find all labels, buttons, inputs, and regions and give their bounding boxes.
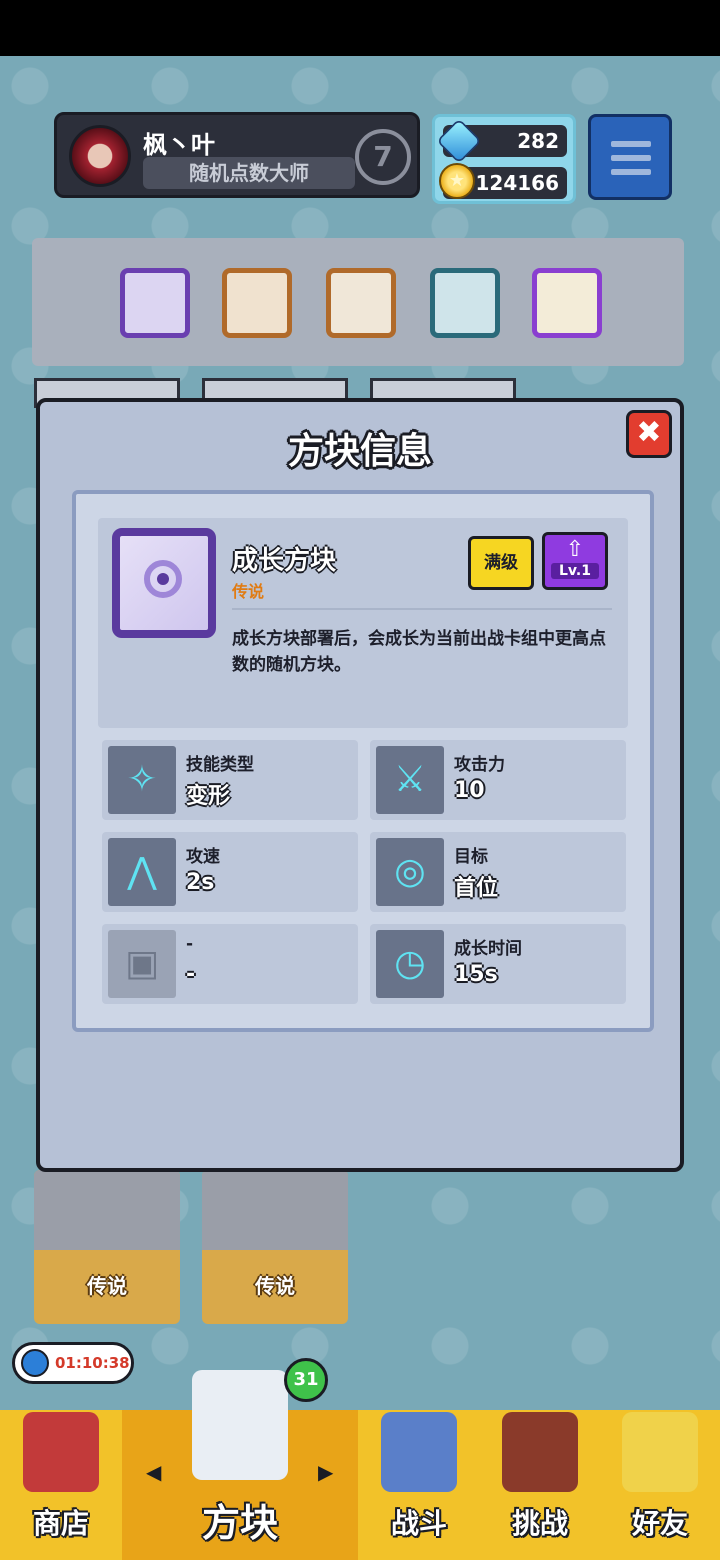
notification-badge: 31 [284, 1358, 328, 1402]
stat-label: 成长时间 [454, 939, 522, 959]
menu-bar-icon [611, 169, 651, 175]
friends-icon [622, 1412, 698, 1492]
next-arrow-icon[interactable]: ▶ [318, 1460, 333, 1484]
collection-card[interactable]: 传说 [202, 1170, 348, 1324]
stat-label: - [186, 934, 194, 954]
stat-growth-time: ◷ 成长时间 15s [370, 924, 626, 1004]
close-button[interactable]: ✖ [626, 410, 672, 458]
growth-dice-image [112, 528, 216, 638]
stat-value: 首位 [454, 876, 499, 901]
card-rarity: 传说 [87, 1274, 127, 1298]
battle-shield-icon [381, 1412, 457, 1492]
rarity-label: 传说 [232, 582, 265, 601]
stat-label: 目标 [454, 847, 488, 867]
dice-info-card: 成长方块 传说 满级 ⇧ Lv.1 成长方块部署后，会成长为当前出战卡组中更高点… [98, 518, 628, 728]
menu-bar-icon [611, 141, 651, 147]
gem-counter[interactable]: 282 [436, 118, 567, 164]
dialog-content: 成长方块 传说 满级 ⇧ Lv.1 成长方块部署后，会成长为当前出战卡组中更高点… [72, 490, 654, 1032]
speed-icon: ⋀ [108, 838, 176, 906]
gem-amount: 282 [517, 129, 559, 153]
stat-attack-speed: ⋀ 攻速 2s [102, 832, 358, 912]
stat-value: 10 [454, 778, 485, 803]
level-label: Lv.1 [551, 563, 599, 579]
dice-dot-icon [157, 573, 169, 585]
prev-arrow-icon[interactable]: ◀ [146, 1460, 161, 1484]
rank-badge: 7 [355, 129, 411, 185]
stat-target: ◎ 目标 首位 [370, 832, 626, 912]
stat-value: 15s [454, 962, 498, 987]
timer-text: 01:10:38 [55, 1354, 130, 1372]
card-rarity: 传说 [255, 1274, 295, 1298]
deck-slot-vortex[interactable] [430, 268, 500, 338]
nav-label: 挑战 [511, 1507, 568, 1540]
shop-timer: 01:10:38 [12, 1342, 134, 1384]
stat-value: 变形 [186, 784, 231, 809]
dialog-title: 方块信息 [287, 431, 432, 472]
dice-info-dialog: 方块信息 ✖ 成长方块 传说 满级 ⇧ Lv.1 成长方块部署后，会成长为当前出… [36, 398, 684, 1172]
deck-slot-peach[interactable] [532, 268, 602, 338]
collection-card[interactable]: 传说 [34, 1170, 180, 1324]
divider [232, 608, 612, 610]
growth-timer-icon: ◷ [376, 930, 444, 998]
nav-label: 商店 [32, 1507, 89, 1540]
nav-dice[interactable]: 方块 [122, 1370, 358, 1560]
stat-value: - [186, 962, 196, 987]
deck-strip [32, 238, 684, 366]
upgrade-arrow-icon: ⇧ [565, 537, 585, 562]
currency-panel[interactable]: 282 ★ 124166 [432, 114, 576, 204]
avatar[interactable] [69, 125, 131, 187]
crossed-swords-icon: ⚔ [376, 746, 444, 814]
stat-attack: ⚔ 攻击力 10 [370, 740, 626, 820]
stat-value: 2s [186, 870, 215, 895]
nav-label: 好友 [631, 1507, 688, 1540]
status-bar [0, 0, 720, 56]
coin-icon: ★ [439, 163, 475, 199]
stat-label: 技能类型 [186, 755, 254, 775]
stat-empty: ▣ - - [102, 924, 358, 1004]
gem-icon [436, 118, 482, 164]
nav-label: 战斗 [390, 1507, 447, 1540]
transform-icon: ✧ [108, 746, 176, 814]
stat-skill-type: ✧ 技能类型 变形 [102, 740, 358, 820]
coin-counter[interactable]: ★ 124166 [439, 163, 567, 199]
empty-icon: ▣ [108, 930, 176, 998]
nav-friends[interactable]: 好友 [600, 1410, 720, 1560]
challenge-gate-icon [502, 1412, 578, 1492]
stat-label: 攻速 [186, 847, 220, 867]
dice-box-icon [192, 1370, 288, 1480]
nav-battle[interactable]: 战斗 [358, 1410, 480, 1560]
player-profile[interactable]: 枫丶叶 随机点数大师 7 [54, 112, 420, 198]
player-title: 随机点数大师 [143, 157, 355, 189]
nav-label: 方块 [201, 1501, 278, 1545]
nav-challenge[interactable]: 挑战 [480, 1410, 600, 1560]
max-level-button[interactable]: 满级 [468, 536, 534, 590]
deck-slot-growth[interactable] [120, 268, 190, 338]
menu-bar-icon [611, 155, 651, 161]
coin-amount: 124166 [475, 171, 560, 195]
card-image [34, 1170, 180, 1250]
shop-icon [23, 1412, 99, 1492]
dice-name: 成长方块 [232, 546, 337, 576]
bottom-nav: 商店 方块 战斗 挑战 好友 [0, 1370, 720, 1560]
upgrade-button[interactable]: ⇧ Lv.1 [542, 532, 608, 590]
deck-slot-solar[interactable] [222, 268, 292, 338]
menu-button[interactable] [588, 114, 672, 200]
deck-slot-mystery[interactable] [326, 268, 396, 338]
target-icon: ◎ [376, 838, 444, 906]
dice-description: 成长方块部署后，会成长为当前出战卡组中更高点数的随机方块。 [232, 629, 606, 675]
stat-label: 攻击力 [454, 755, 505, 775]
nav-shop[interactable]: 商店 [0, 1410, 122, 1560]
player-name: 枫丶叶 [143, 131, 215, 159]
stopwatch-icon [21, 1349, 49, 1377]
card-image [202, 1170, 348, 1250]
